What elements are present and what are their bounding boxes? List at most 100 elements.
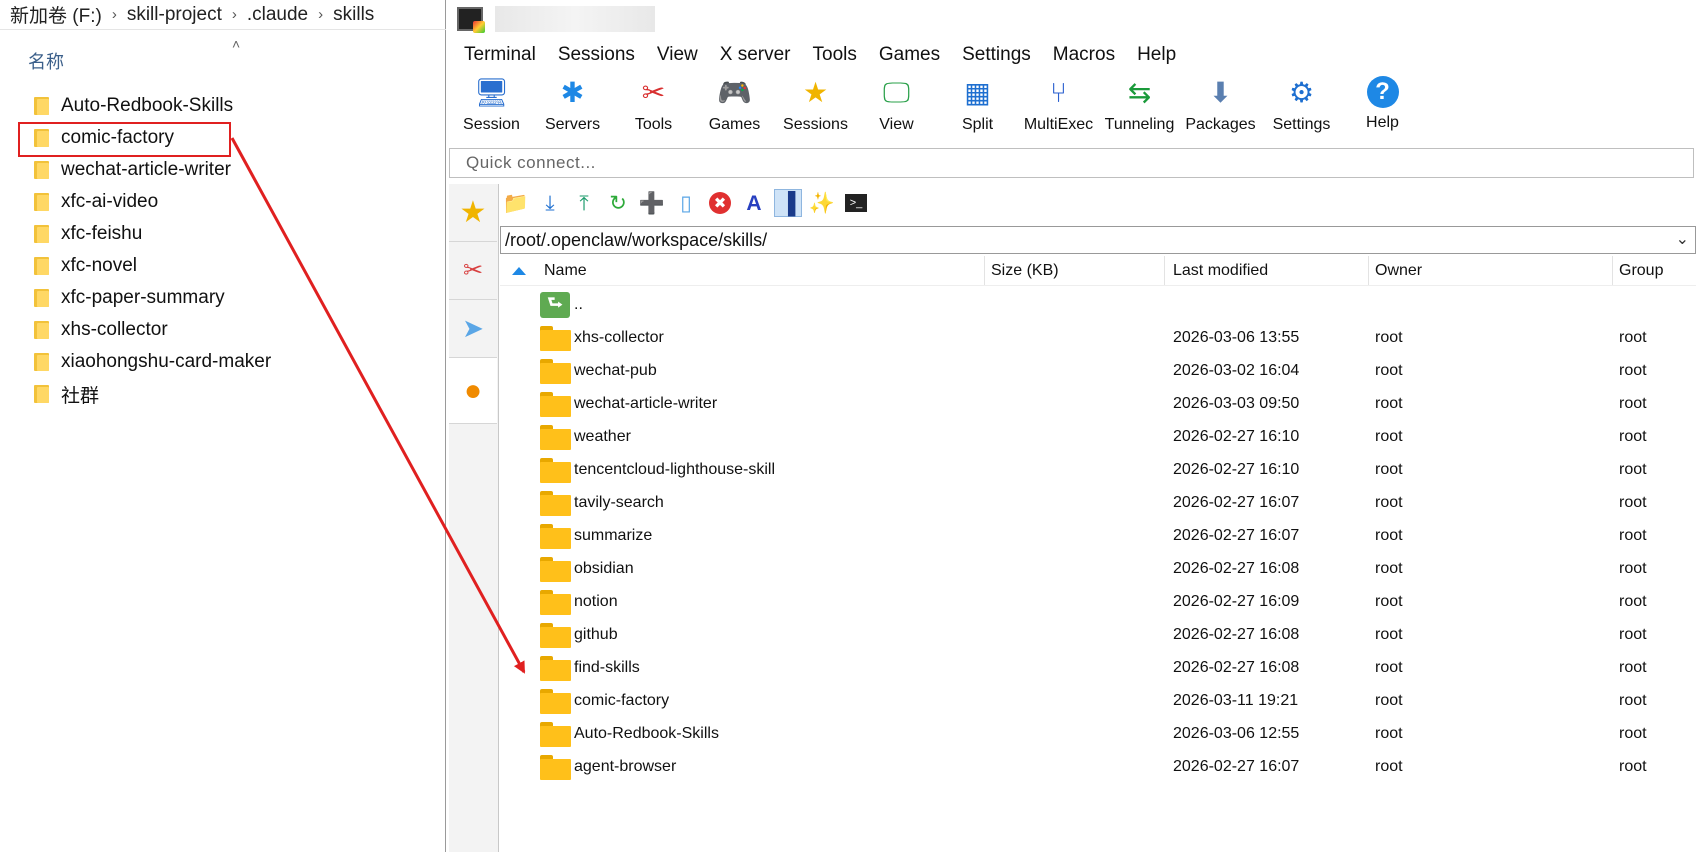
- menu-item[interactable]: Tools: [802, 44, 868, 66]
- cell-owner: root: [1375, 526, 1403, 544]
- tunneling-icon: ⇆: [1127, 77, 1152, 108]
- list-item[interactable]: 社群: [0, 378, 446, 410]
- toolbar-button-servers[interactable]: ✱ Servers: [532, 72, 613, 134]
- toolbar-button-sessions[interactable]: ★ Sessions: [775, 72, 856, 134]
- list-item[interactable]: xfc-ai-video: [0, 186, 446, 218]
- refresh-icon[interactable]: ↻: [604, 189, 632, 217]
- multiexec-icon: ⑂: [1050, 77, 1067, 108]
- list-item-label: xfc-novel: [61, 255, 138, 276]
- table-row[interactable]: Auto-Redbook-Skills 2026-03-06 12:55 root r…: [500, 717, 1696, 750]
- cell-group: root: [1619, 691, 1647, 709]
- table-row[interactable]: wechat-article-writer 2026-03-03 09:50 roo…: [500, 387, 1696, 420]
- sidebar-tab-macros[interactable]: ➤: [449, 300, 497, 358]
- sidebar-tab-sessions[interactable]: ★: [449, 184, 497, 242]
- session-icon: 🖥: [473, 77, 510, 108]
- list-item[interactable]: xfc-feishu: [0, 218, 446, 250]
- table-row[interactable]: github 2026-02-27 16:08 root root: [500, 618, 1696, 651]
- tools-icon: ✂: [462, 257, 484, 284]
- new-folder-icon[interactable]: ➕: [638, 189, 666, 217]
- table-row[interactable]: tencentcloud-lighthouse-skill 2026-02-27 …: [500, 453, 1696, 486]
- list-item[interactable]: wechat-article-writer: [0, 154, 446, 186]
- table-row[interactable]: notion 2026-02-27 16:09 root root: [500, 585, 1696, 618]
- menu-item[interactable]: X server: [709, 44, 802, 66]
- parent-folder-icon[interactable]: 📁: [502, 189, 530, 217]
- menu-item[interactable]: Settings: [951, 44, 1042, 66]
- new-file-icon[interactable]: ▯: [672, 189, 700, 217]
- menu-item[interactable]: Games: [868, 44, 951, 66]
- list-item[interactable]: Auto-Redbook-Skills: [0, 90, 446, 122]
- list-item-label: xiaohongshu-card-maker: [61, 351, 272, 372]
- cell-name: tencentcloud-lighthouse-skill: [500, 457, 985, 483]
- globe-icon: ●: [463, 373, 483, 407]
- breadcrumb-item-drive[interactable]: 新加卷 (F:): [6, 1, 106, 28]
- sidebar-tab-tools[interactable]: ✂: [449, 242, 497, 300]
- main-toolbar: 🖥 Session ✱ Servers ✂ Tools 🎮 Games ★ Sessions 🖵 Vi…: [447, 72, 1696, 144]
- menu-item[interactable]: Sessions: [547, 44, 646, 66]
- table-row[interactable]: xhs-collector 2026-03-06 13:55 root root: [500, 321, 1696, 354]
- upload-icon[interactable]: ⤒: [570, 189, 598, 217]
- folder-icon: [540, 325, 572, 351]
- table-row[interactable]: comic-factory 2026-03-11 19:21 root root: [500, 684, 1696, 717]
- table-row[interactable]: find-skills 2026-02-27 16:08 root root: [500, 651, 1696, 684]
- toolbar-button-help[interactable]: ? Help: [1342, 72, 1423, 132]
- table-row-parent[interactable]: ⮑ ..: [500, 288, 1696, 321]
- table-row[interactable]: tavily-search 2026-02-27 16:07 root root: [500, 486, 1696, 519]
- folder-icon: [34, 352, 49, 372]
- list-item[interactable]: xhs-collector: [0, 314, 446, 346]
- table-row[interactable]: wechat-pub 2026-03-02 16:04 root root: [500, 354, 1696, 387]
- menu-item[interactable]: Help: [1126, 44, 1187, 66]
- download-icon[interactable]: ⤓: [536, 189, 564, 217]
- breadcrumb-item-skill-project[interactable]: skill-project: [123, 4, 226, 26]
- cell-owner: root: [1375, 394, 1403, 412]
- sftp-toolbar: 📁 ⤓ ⤒ ↻ ➕ ▯ ✖ A ▐ ✨ >_: [500, 184, 1696, 222]
- sidebar-tab-sftp[interactable]: ●: [449, 358, 497, 424]
- cell-group: root: [1619, 328, 1647, 346]
- follow-terminal-icon[interactable]: ▐: [774, 189, 802, 217]
- list-item[interactable]: xfc-paper-summary: [0, 282, 446, 314]
- toolbar-button-multiexec[interactable]: ⑂ MultiExec: [1018, 72, 1099, 134]
- cell-name: find-skills: [500, 655, 985, 681]
- breadcrumb-item-skills[interactable]: skills: [329, 4, 378, 26]
- remote-path-field[interactable]: /root/.openclaw/workspace/skills/ ⌄: [500, 226, 1696, 254]
- terminal-icon[interactable]: >_: [845, 194, 867, 212]
- name-column-header[interactable]: 名称: [28, 48, 64, 74]
- rename-icon[interactable]: A: [740, 189, 768, 217]
- tools-icon: ✂: [641, 77, 666, 108]
- toolbar-button-label: Sessions: [783, 116, 848, 133]
- table-row[interactable]: weather 2026-02-27 16:10 root root: [500, 420, 1696, 453]
- parent-label: ..: [574, 295, 583, 313]
- breadcrumb-item-claude[interactable]: .claude: [243, 4, 312, 26]
- cell-name: wechat-pub: [500, 358, 985, 384]
- cell-modified: 2026-03-11 19:21: [1173, 691, 1299, 709]
- chevron-right-icon: ›: [231, 6, 237, 23]
- toolbar-button-split[interactable]: ▦ Split: [937, 72, 1018, 134]
- toolbar-button-packages[interactable]: ⬇ Packages: [1180, 72, 1261, 134]
- column-header-owner[interactable]: Owner: [1369, 256, 1613, 285]
- column-label-group: Group: [1619, 261, 1664, 279]
- delete-icon[interactable]: ✖: [709, 192, 731, 214]
- mobaxterm-logo-icon: [457, 7, 485, 33]
- menu-item[interactable]: View: [646, 44, 709, 66]
- list-item[interactable]: xiaohongshu-card-maker: [0, 346, 446, 378]
- chevron-down-icon[interactable]: ⌄: [1676, 229, 1689, 249]
- table-row[interactable]: obsidian 2026-02-27 16:08 root root: [500, 552, 1696, 585]
- toolbar-button-tools[interactable]: ✂ Tools: [613, 72, 694, 134]
- table-row[interactable]: agent-browser 2026-02-27 16:07 root root: [500, 750, 1696, 783]
- toolbar-button-session[interactable]: 🖥 Session: [451, 72, 532, 134]
- column-header-name[interactable]: Name: [500, 256, 985, 285]
- column-header-size[interactable]: Size (KB): [985, 256, 1165, 285]
- table-row[interactable]: summarize 2026-02-27 16:07 root root: [500, 519, 1696, 552]
- toolbar-button-label: View: [879, 116, 914, 133]
- toolbar-button-settings[interactable]: ⚙ Settings: [1261, 72, 1342, 134]
- toolbar-button-tunneling[interactable]: ⇆ Tunneling: [1099, 72, 1180, 134]
- magic-wand-icon[interactable]: ✨: [808, 189, 836, 217]
- column-header-group[interactable]: Group: [1613, 256, 1696, 285]
- toolbar-button-games[interactable]: 🎮 Games: [694, 72, 775, 134]
- quick-connect-input[interactable]: Quick connect...: [449, 148, 1694, 178]
- list-item[interactable]: xfc-novel: [0, 250, 446, 282]
- split-icon: ▦: [964, 77, 991, 108]
- toolbar-button-view[interactable]: 🖵 View: [856, 72, 937, 134]
- column-header-modified[interactable]: Last modified: [1165, 256, 1369, 285]
- menu-item[interactable]: Terminal: [453, 44, 547, 66]
- menu-item[interactable]: Macros: [1042, 44, 1126, 66]
